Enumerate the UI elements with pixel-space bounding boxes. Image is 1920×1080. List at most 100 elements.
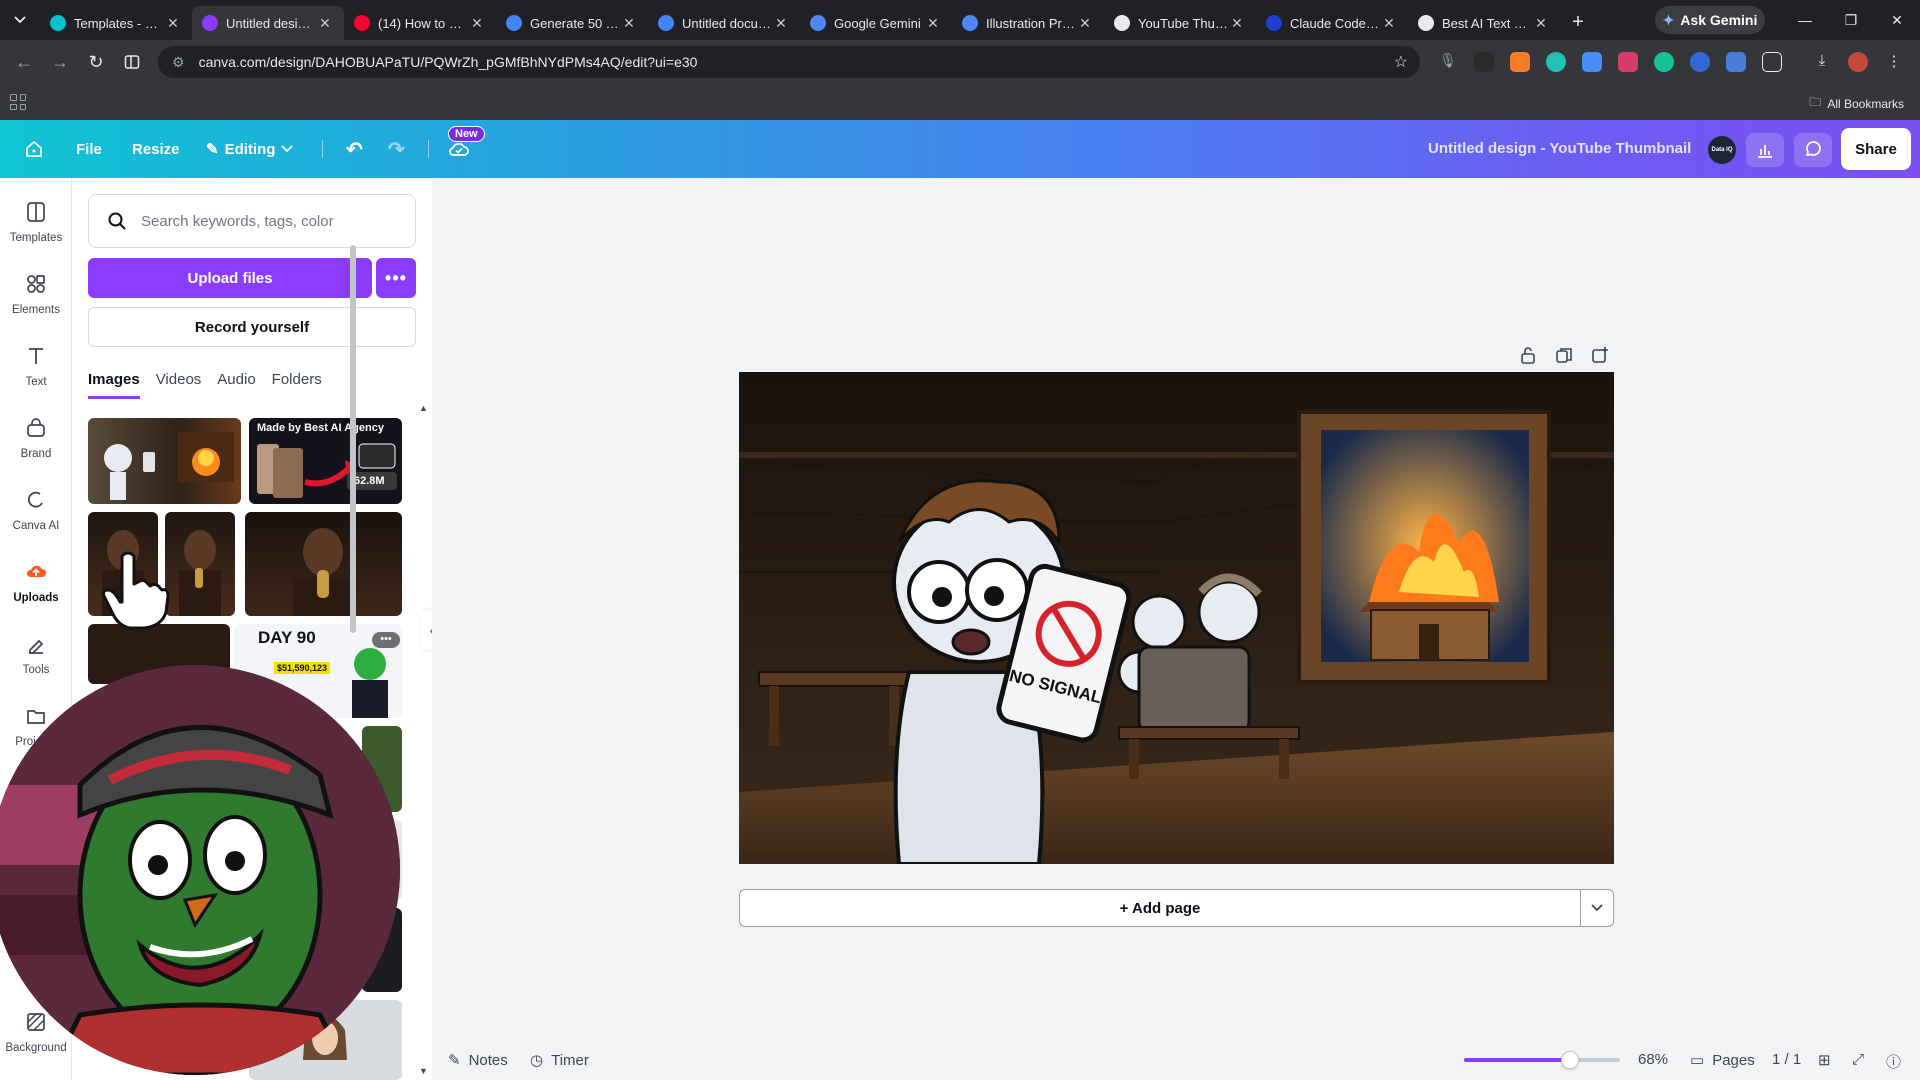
upload-files-button[interactable]: Upload files [88,258,372,298]
home-button[interactable] [24,134,44,164]
team-avatar[interactable]: Data IQ [1708,136,1736,164]
thumbnail-illustration: NO SIGNAL [739,372,1614,864]
help-button[interactable]: ⓘ [1886,1051,1901,1072]
design-page[interactable]: NO SIGNAL [739,372,1614,864]
close-tab-icon[interactable]: ✕ [620,15,638,32]
rail-item-uploads[interactable]: Uploads [0,560,72,604]
extension-tag-icon[interactable] [1726,52,1746,72]
share-button[interactable]: Share [1841,128,1911,170]
scroll-up-icon[interactable]: ▲ [419,403,428,413]
download-icon[interactable]: ⤓ [1812,52,1832,72]
notes-label: Notes [468,1051,508,1069]
upload-thumbnail[interactable] [245,512,402,616]
extension-pink-icon[interactable] [1618,52,1638,72]
browser-tab[interactable]: Untitled design - YouTube Thumbnail✕ [192,6,344,40]
thumbnail-more-button[interactable]: ••• [372,632,400,648]
rail-item-elements[interactable]: Elements [0,272,72,316]
zoom-slider-handle[interactable] [1561,1051,1580,1069]
comments-button[interactable] [1794,133,1832,167]
notes-button[interactable]: ✎ Notes [448,1051,508,1070]
ask-gemini-button[interactable]: ✦ Ask Gemini [1655,6,1765,34]
design-title[interactable]: Untitled design - YouTube Thumbnail [1428,140,1691,157]
browser-tab[interactable]: Generate 50 YouTube✕ [496,6,648,40]
upload-thumbnail[interactable] [88,418,241,504]
close-tab-icon[interactable]: ✕ [468,15,486,32]
back-button[interactable]: ← [6,44,42,80]
redo-button[interactable]: ↷ [388,134,405,164]
rail-item-templates[interactable]: Templates [0,200,72,244]
close-tab-icon[interactable]: ✕ [316,15,334,32]
zoom-level[interactable]: 68% [1638,1051,1668,1068]
rail-item-tools[interactable]: Tools [0,632,72,676]
close-tab-icon[interactable]: ✕ [772,15,790,32]
side-panel-button[interactable] [114,44,150,80]
close-tab-icon[interactable]: ✕ [1228,15,1246,32]
reload-button[interactable]: ↻ [78,44,114,80]
minimize-button[interactable]: — [1782,0,1828,40]
upload-thumbnail[interactable] [165,512,235,616]
microphone-icon[interactable]: 🎙 [1438,52,1458,72]
forward-button[interactable]: → [42,44,78,80]
tab-folders[interactable]: Folders [272,371,322,399]
editing-mode-dropdown[interactable]: ✎ Editing [206,134,294,164]
browser-tab[interactable]: Templates - Canva✕ [40,6,192,40]
rail-item-brand[interactable]: Brand [0,416,72,460]
pages-button[interactable]: ▭ Pages [1690,1051,1755,1070]
upload-thumbnail[interactable]: Made by Best AI Agency 62.8M [249,418,402,504]
canva-heart-icon [202,15,218,31]
file-menu-button[interactable]: File [76,134,102,164]
upload-more-button[interactable]: ••• [376,258,416,298]
search-input[interactable]: Search keywords, tags, color [88,194,416,248]
add-page-button[interactable]: + Add page [739,889,1581,927]
browser-tab[interactable]: YouTube Thumbnail✕ [1104,6,1256,40]
resize-button[interactable]: Resize [132,134,180,164]
panel-scrollbar[interactable] [350,245,356,633]
url-bar[interactable]: ⚙ canva.com/design/DAHOBUAPaTU/PQWrZh_pG… [158,46,1420,78]
add-page-dropdown[interactable] [1580,889,1614,927]
timer-button[interactable]: ◷ Timer [530,1051,589,1070]
browser-menu-icon[interactable]: ⋮ [1884,52,1904,72]
apps-grid-icon[interactable] [10,94,26,110]
grammarly-icon[interactable] [1654,52,1674,72]
close-window-button[interactable]: ✕ [1874,0,1920,40]
extension-search-icon[interactable] [1690,52,1710,72]
header-divider [428,140,429,158]
profile-avatar[interactable] [1848,52,1868,72]
extensions-puzzle-icon[interactable] [1762,52,1782,72]
tab-videos[interactable]: Videos [156,371,202,399]
close-tab-icon[interactable]: ✕ [164,15,182,32]
extension-orange-icon[interactable] [1510,52,1530,72]
close-tab-icon[interactable]: ✕ [924,15,942,32]
add-page-top-button[interactable] [1589,344,1611,366]
browser-tab[interactable]: Illustration Prompt✕ [952,6,1104,40]
bookmark-star-icon[interactable]: ☆ [1394,52,1408,72]
rail-item-text[interactable]: Text [0,344,72,388]
tab-images[interactable]: Images [88,371,140,399]
fullscreen-button[interactable]: ⤢ [1852,1051,1864,1068]
lock-page-button[interactable] [1517,344,1539,366]
extension-teal-icon[interactable] [1546,52,1566,72]
grid-view-button[interactable]: ⊞ [1818,1051,1831,1069]
close-tab-icon[interactable]: ✕ [1380,15,1398,32]
browser-tab[interactable]: Best AI Text To Image✕ [1408,6,1560,40]
close-tab-icon[interactable]: ✕ [1076,15,1094,32]
restore-button[interactable]: ❐ [1828,0,1874,40]
all-bookmarks-button[interactable]: 🗀 All Bookmarks [1809,93,1904,114]
extension-blue-icon[interactable] [1582,52,1602,72]
tab-search-button[interactable] [0,0,40,40]
extension-dark-icon[interactable] [1474,52,1494,72]
undo-button[interactable]: ↶ [346,134,363,164]
record-yourself-button[interactable]: Record yourself [88,307,416,347]
rail-item-canva-ai[interactable]: Canva AI [0,488,72,532]
duplicate-page-button[interactable] [1553,344,1575,366]
browser-tab[interactable]: (14) How to Design✕ [344,6,496,40]
tab-audio[interactable]: Audio [217,371,255,399]
browser-tab[interactable]: Claude Code + Notion✕ [1256,6,1408,40]
browser-tab[interactable]: Google Gemini ✕ [800,6,952,40]
browser-tab[interactable]: Untitled document✕ [648,6,800,40]
site-info-icon[interactable]: ⚙ [172,54,185,71]
insights-button[interactable] [1746,133,1784,167]
scroll-down-icon[interactable]: ▼ [419,1066,428,1076]
new-tab-button[interactable]: + [1560,11,1596,34]
close-tab-icon[interactable]: ✕ [1532,15,1550,32]
